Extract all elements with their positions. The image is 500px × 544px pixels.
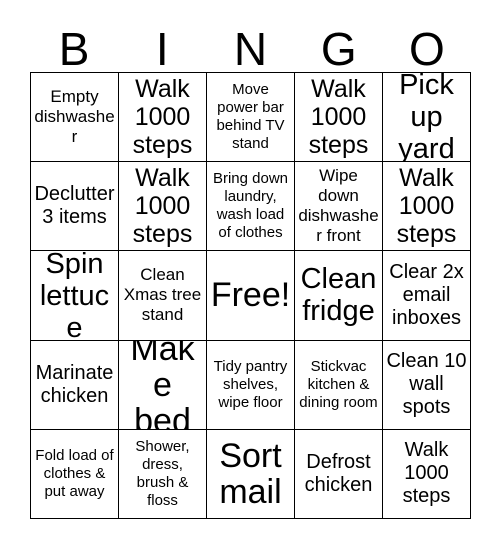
bingo-cell-text: Move power bar behind TV stand: [216, 81, 285, 153]
bingo-cell-text: Walk 1000 steps: [132, 164, 193, 249]
bingo-cell-text: Stickvac kitchen & dining room: [299, 357, 378, 411]
bingo-cell[interactable]: Sort mail: [207, 429, 295, 519]
header-letter-i: I: [155, 23, 169, 75]
bingo-cell-text: Make bed: [130, 340, 195, 430]
bingo-cell[interactable]: Clear 2x email inboxes: [383, 251, 471, 341]
bingo-cell[interactable]: Make bed: [119, 340, 207, 430]
bingo-cell[interactable]: Stickvac kitchen & dining room: [295, 340, 383, 430]
header-letter-o: O: [409, 23, 445, 75]
bingo-cell-text: Clean fridge: [300, 263, 377, 328]
bingo-cell-text: Sort mail: [219, 436, 282, 511]
bingo-cell-text: Fold load of clothes & put away: [35, 446, 114, 500]
bingo-header: B I N G O: [30, 20, 471, 72]
bingo-cell-text: Pick up yard: [398, 73, 455, 163]
bingo-cell-text: Shower, dress, brush & floss: [135, 437, 190, 509]
header-letter-g: G: [320, 23, 357, 75]
bingo-cell[interactable]: Wipe down dishwasher front: [295, 162, 383, 252]
bingo-cell-text: Tidy pantry shelves, wipe floor: [213, 357, 288, 411]
bingo-cell[interactable]: Spin lettuce: [31, 251, 119, 341]
header-letter-n: N: [233, 23, 268, 75]
bingo-cell-text: Wipe down dishwasher front: [298, 166, 379, 246]
bingo-cell-free[interactable]: Free!: [207, 251, 295, 341]
bingo-cell[interactable]: Clean fridge: [295, 251, 383, 341]
bingo-cell-text: Walk 1000 steps: [132, 75, 193, 160]
bingo-cell[interactable]: Bring down laundry, wash load of clothes: [207, 162, 295, 252]
bingo-cell-text: Clean 10 wall spots: [386, 350, 467, 419]
bingo-cell[interactable]: Pick up yard: [383, 73, 471, 163]
bingo-cell[interactable]: Empty dishwasher: [31, 73, 119, 163]
bingo-cell[interactable]: Walk 1000 steps: [383, 429, 471, 519]
bingo-cell[interactable]: Move power bar behind TV stand: [207, 73, 295, 163]
bingo-cell[interactable]: Clean Xmas tree stand: [119, 251, 207, 341]
bingo-cell[interactable]: Marinate chicken: [31, 340, 119, 430]
bingo-cell-text: Walk 1000 steps: [402, 439, 451, 508]
bingo-cell-text: Free!: [210, 276, 291, 315]
bingo-card: B I N G O Empty dishwasher Walk 1000 ste…: [0, 0, 500, 544]
bingo-cell-text: Walk 1000 steps: [396, 164, 457, 249]
header-letter-b: B: [58, 23, 90, 75]
bingo-cell-text: Walk 1000 steps: [308, 75, 369, 160]
bingo-grid: Empty dishwasher Walk 1000 steps Move po…: [30, 72, 471, 519]
bingo-cell-text: Clean Xmas tree stand: [123, 265, 202, 325]
bingo-cell-text: Declutter 3 items: [34, 183, 115, 229]
bingo-cell-text: Empty dishwasher: [34, 87, 115, 147]
bingo-cell[interactable]: Walk 1000 steps: [119, 162, 207, 252]
bingo-cell[interactable]: Tidy pantry shelves, wipe floor: [207, 340, 295, 430]
bingo-cell[interactable]: Shower, dress, brush & floss: [119, 429, 207, 519]
bingo-cell-text: Clear 2x email inboxes: [389, 260, 464, 329]
bingo-cell-text: Bring down laundry, wash load of clothes: [212, 170, 289, 242]
bingo-cell[interactable]: Declutter 3 items: [31, 162, 119, 252]
bingo-cell[interactable]: Fold load of clothes & put away: [31, 429, 119, 519]
bingo-cell[interactable]: Walk 1000 steps: [295, 73, 383, 163]
bingo-cell[interactable]: Clean 10 wall spots: [383, 340, 471, 430]
bingo-cell[interactable]: Walk 1000 steps: [119, 73, 207, 163]
bingo-cell[interactable]: Walk 1000 steps: [383, 162, 471, 252]
bingo-cell-text: Spin lettuce: [39, 251, 110, 341]
bingo-cell-text: Defrost chicken: [304, 450, 373, 496]
bingo-cell-text: Marinate chicken: [35, 361, 114, 407]
bingo-cell[interactable]: Defrost chicken: [295, 429, 383, 519]
